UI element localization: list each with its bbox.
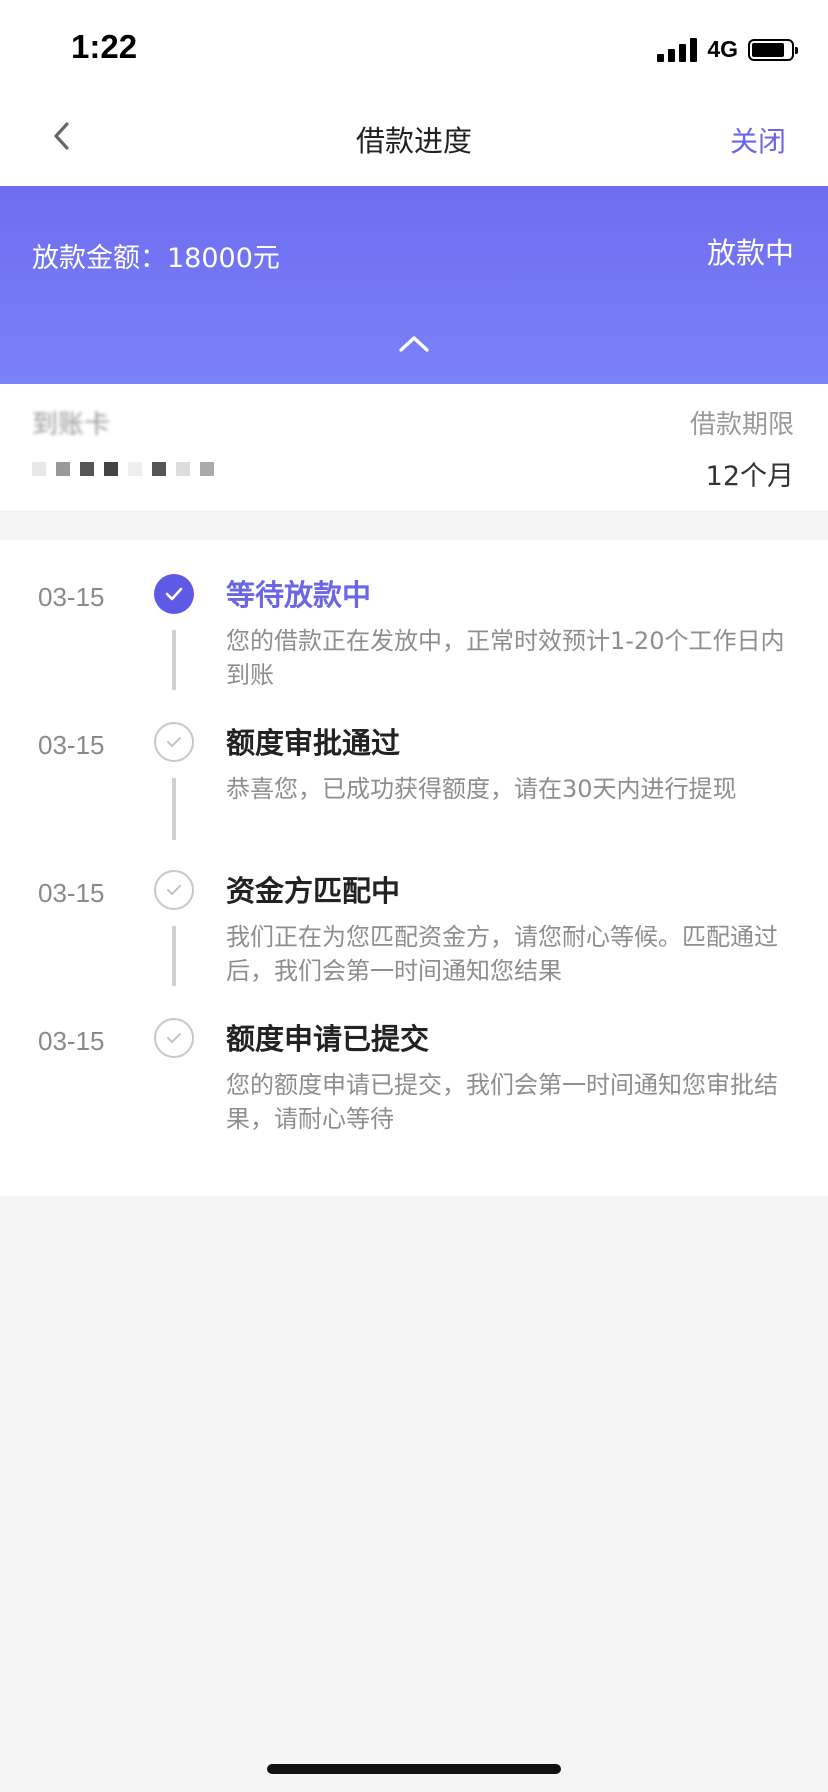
card-label: 到账卡 bbox=[32, 410, 111, 440]
check-icon bbox=[167, 737, 181, 747]
loan-status-banner: 放款金额：18000元 放款中 bbox=[0, 186, 828, 384]
timeline-connector bbox=[172, 630, 176, 690]
check-icon bbox=[167, 885, 181, 895]
step-title: 额度审批通过 bbox=[226, 726, 401, 760]
progress-timeline: 03-15 等待放款中 您的借款正在发放中，正常时效预计1-20个工作日内到账 … bbox=[0, 540, 828, 1196]
step-check-icon bbox=[154, 1018, 194, 1058]
status-time: 1:22 bbox=[71, 28, 138, 65]
step-description: 恭喜您，已成功获得额度，请在30天内进行提现 bbox=[226, 775, 737, 803]
step-title: 等待放款中 bbox=[226, 578, 372, 612]
step-check-icon bbox=[154, 574, 194, 614]
step-title: 资金方匹配中 bbox=[226, 874, 401, 908]
battery-level bbox=[752, 42, 785, 57]
page-title: 借款进度 bbox=[355, 124, 472, 158]
term-label: 借款期限 bbox=[689, 410, 794, 440]
step-check-icon bbox=[154, 722, 194, 762]
step-description: 我们正在为您匹配资金方，请您耐心等候。匹配通过后，我们会第一时间通知您结果 bbox=[226, 923, 778, 985]
check-icon bbox=[165, 587, 183, 601]
step-title: 额度申请已提交 bbox=[226, 1022, 430, 1056]
check-icon bbox=[167, 1033, 181, 1043]
timeline-connector bbox=[172, 778, 176, 840]
signal-icon bbox=[657, 37, 698, 62]
chevron-up-icon bbox=[399, 336, 429, 352]
step-check-icon bbox=[154, 870, 194, 910]
loan-amount: 放款金额：18000元 bbox=[32, 243, 280, 274]
loan-status: 放款中 bbox=[706, 236, 794, 270]
loan-info-section: 到账卡 借款期限 12个月 bbox=[0, 384, 828, 510]
network-type: 4G bbox=[707, 36, 738, 62]
step-date: 03-15 bbox=[38, 1026, 105, 1056]
step-description: 您的额度申请已提交，我们会第一时间通知您审批结果，请耐心等待 bbox=[226, 1071, 778, 1133]
card-number-masked bbox=[32, 462, 214, 476]
term-value: 12个月 bbox=[705, 461, 794, 492]
collapse-toggle-button[interactable] bbox=[394, 330, 434, 358]
home-indicator bbox=[267, 1764, 561, 1774]
step-date: 03-15 bbox=[38, 878, 105, 908]
step-date: 03-15 bbox=[38, 730, 105, 760]
step-date: 03-15 bbox=[38, 582, 105, 612]
battery-icon bbox=[748, 38, 798, 61]
step-description: 您的借款正在发放中，正常时效预计1-20个工作日内到账 bbox=[226, 627, 785, 689]
close-button[interactable]: 关闭 bbox=[730, 120, 786, 160]
timeline-connector bbox=[172, 926, 176, 986]
status-indicators: 4G bbox=[657, 36, 798, 63]
status-bar: 1:22 4G bbox=[0, 0, 828, 96]
nav-bar: 借款进度 关闭 bbox=[0, 96, 828, 186]
